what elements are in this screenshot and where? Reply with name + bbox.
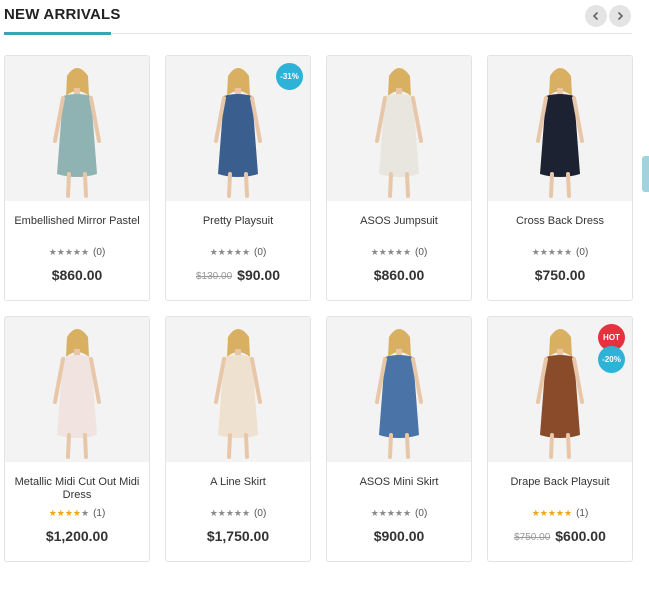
product-rating: ★★★★★ (0) (327, 508, 471, 519)
review-count: (0) (93, 247, 106, 258)
carousel-prev-button[interactable] (585, 5, 607, 27)
rating-stars-icon: ★★★★★ (370, 247, 412, 257)
product-card[interactable]: ASOS Jumpsuit ★★★★★ (0) $860.00 (326, 55, 472, 301)
product-card[interactable]: A Line Skirt ★★★★★ (0) $1,750.00 (165, 316, 311, 562)
review-count: (1) (576, 508, 589, 519)
product-rating: ★★★★★ (0) (166, 247, 310, 258)
review-count: (0) (415, 247, 428, 258)
product-card[interactable]: Embellished Mirror Pastel ★★★★★ (0) $860.00 (4, 55, 150, 301)
product-name[interactable]: Cross Back Dress (494, 215, 626, 228)
product-image[interactable] (327, 317, 471, 462)
current-price: $600.00 (555, 528, 606, 544)
current-price: $860.00 (51, 267, 103, 283)
product-name[interactable]: Embellished Mirror Pastel (11, 215, 143, 228)
product-card[interactable]: -31% Pretty Playsuit ★★★★★ (0) $130.00 $90.00 (165, 55, 311, 301)
discount-badge: -20% (598, 346, 625, 373)
current-price: $900.00 (373, 528, 425, 544)
rating-stars-icon: ★★★★★ (531, 508, 573, 518)
rating-stars-icon: ★★★★★ (209, 508, 251, 518)
product-price: $860.00 (5, 267, 149, 285)
chevron-left-icon (592, 11, 599, 21)
rating-stars-icon: ★★★★★ (48, 247, 90, 257)
chevron-right-icon (617, 11, 624, 21)
product-name[interactable]: ASOS Jumpsuit (333, 215, 465, 228)
product-price: $1,200.00 (5, 528, 149, 546)
product-rating: ★★★★★ (0) (5, 247, 149, 258)
rating-stars-icon: ★★★★★ (209, 247, 251, 257)
product-rating: ★★★★★ (0) (488, 247, 632, 258)
product-image[interactable] (5, 317, 149, 462)
rating-stars-icon: ★★★★★ (370, 508, 412, 518)
title-underline (4, 32, 111, 35)
product-rating: ★★★★★ (1) (5, 508, 149, 519)
product-name[interactable]: Metallic Midi Cut Out Midi Dress (11, 476, 143, 502)
review-count: (0) (254, 508, 267, 519)
old-price: $130.00 (196, 271, 233, 282)
product-name[interactable]: ASOS Mini Skirt (333, 476, 465, 489)
discount-badge: -31% (276, 63, 303, 90)
product-price: $750.00 (488, 267, 632, 285)
product-image[interactable] (166, 317, 310, 462)
product-name[interactable]: Pretty Playsuit (172, 215, 304, 228)
rating-stars-icon: ★★★★★ (531, 247, 573, 257)
current-price: $860.00 (373, 267, 425, 283)
review-count: (0) (576, 247, 589, 258)
current-price: $1,200.00 (45, 528, 109, 544)
review-count: (0) (254, 247, 267, 258)
product-price: $130.00 $90.00 (166, 267, 310, 285)
product-card[interactable]: Cross Back Dress ★★★★★ (0) $750.00 (487, 55, 633, 301)
current-price: $750.00 (534, 267, 586, 283)
product-image[interactable] (488, 56, 632, 201)
section-header: NEW ARRIVALS (4, 0, 632, 35)
carousel-next-button[interactable] (609, 5, 631, 27)
product-name[interactable]: Drape Back Playsuit (494, 476, 626, 489)
product-card[interactable]: Metallic Midi Cut Out Midi Dress ★★★★★ (1)… (4, 316, 150, 562)
product-rating: ★★★★★ (0) (166, 508, 310, 519)
product-price: $750.00 $600.00 (488, 528, 632, 546)
review-count: (0) (415, 508, 428, 519)
section-title: NEW ARRIVALS (4, 6, 121, 23)
side-scroll-tab[interactable] (642, 156, 649, 192)
product-card[interactable]: HOT -20% Drape Back Playsuit ★★★★★ (1) $750.0… (487, 316, 633, 562)
product-price: $900.00 (327, 528, 471, 546)
product-image[interactable] (327, 56, 471, 201)
product-image[interactable] (5, 56, 149, 201)
product-price: $860.00 (327, 267, 471, 285)
current-price: $90.00 (237, 267, 280, 283)
product-rating: ★★★★★ (0) (327, 247, 471, 258)
review-count: (1) (93, 508, 106, 519)
current-price: $1,750.00 (206, 528, 270, 544)
old-price: $750.00 (514, 532, 551, 543)
product-name[interactable]: A Line Skirt (172, 476, 304, 489)
product-rating: ★★★★★ (1) (488, 508, 632, 519)
product-price: $1,750.00 (166, 528, 310, 546)
rating-stars-icon: ★★★★★ (48, 508, 90, 518)
product-card[interactable]: ASOS Mini Skirt ★★★★★ (0) $900.00 (326, 316, 472, 562)
